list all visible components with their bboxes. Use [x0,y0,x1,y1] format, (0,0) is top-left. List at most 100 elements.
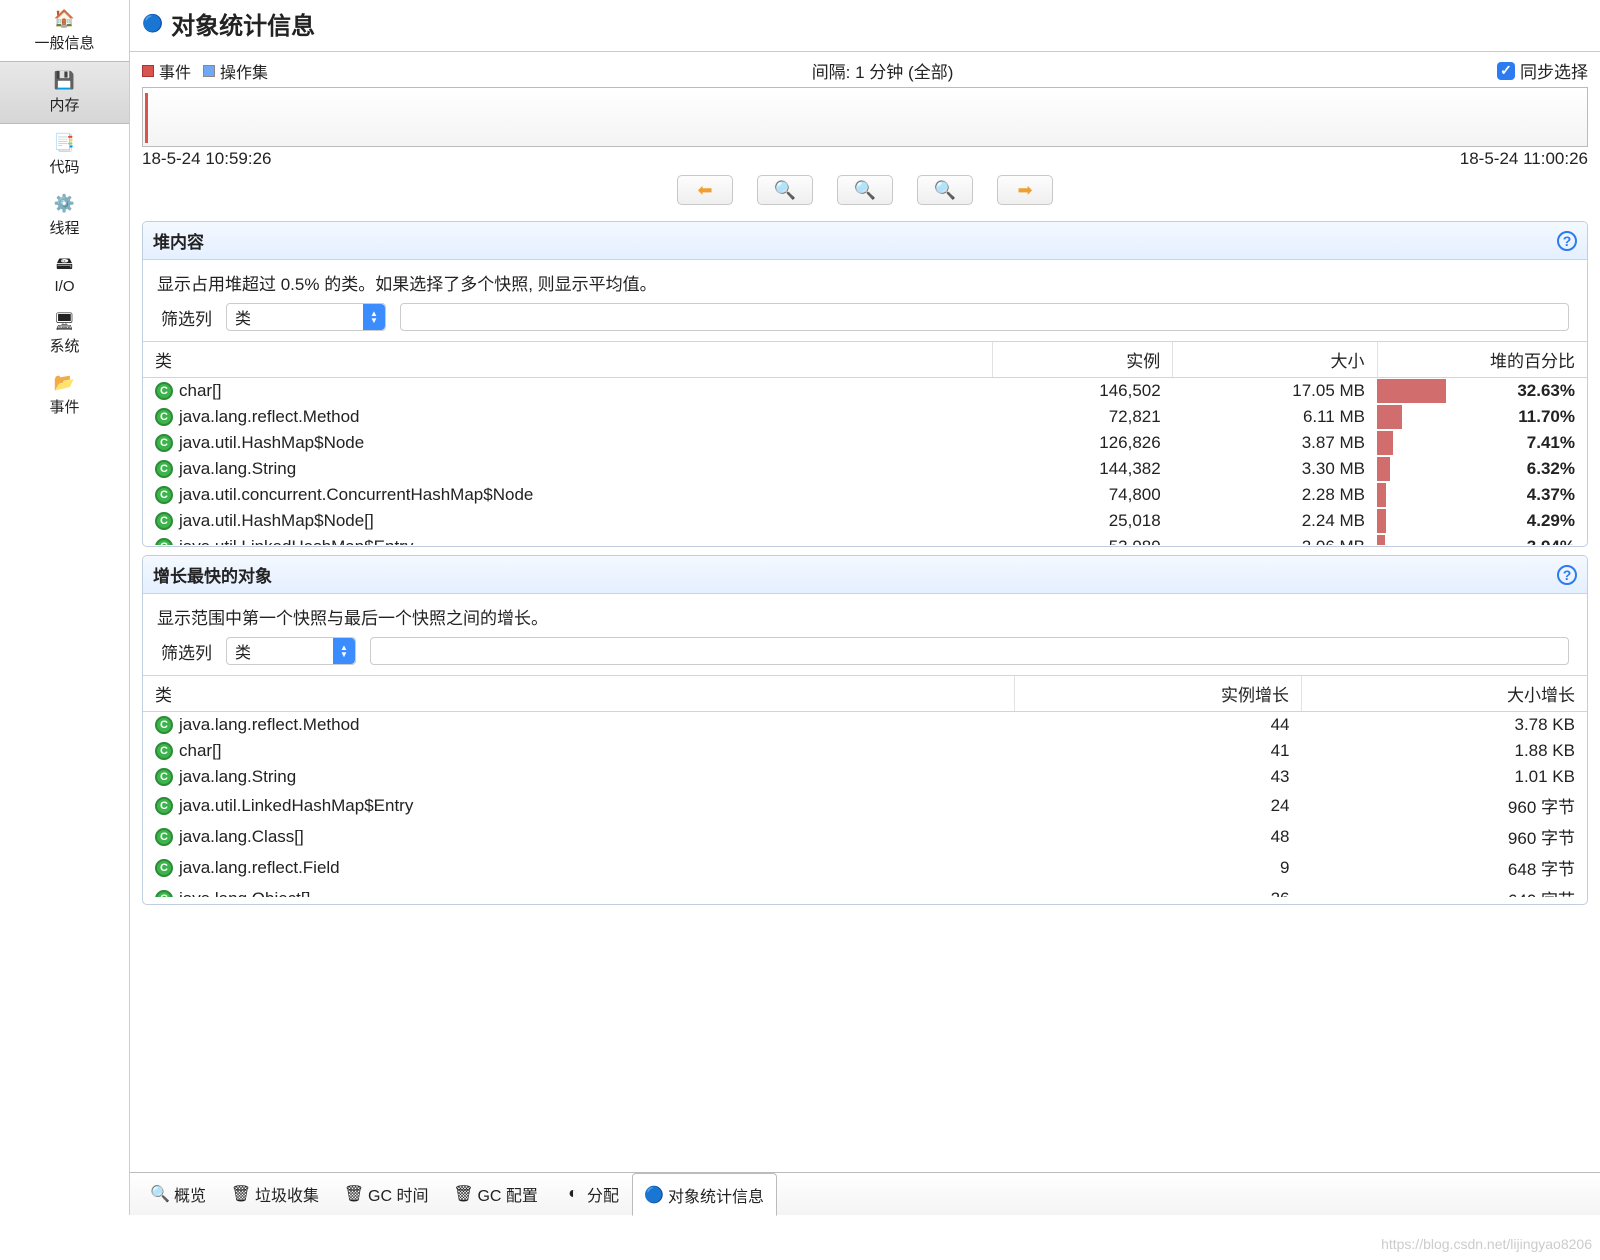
heap-table: 类 实例 大小 堆的百分比 Cchar[] 146,502 17.05 MB 3… [143,342,1587,545]
growth-panel-title: 增长最快的对象 [153,562,272,587]
col-class[interactable]: 类 [143,342,992,378]
tab-gc-time[interactable]: 🗑GC 时间 [332,1173,441,1215]
filter-text-input[interactable] [400,303,1569,331]
instance-growth: 48 [1014,821,1301,852]
tab-overview[interactable]: 🔍概览 [138,1173,219,1215]
sidebar-item-code[interactable]: 📑 代码 [0,124,129,185]
percent-value: 32.63% [1517,381,1575,400]
size-growth: 648 字节 [1302,852,1588,883]
class-icon: C [155,890,173,898]
io-icon: 🖴 [51,254,79,276]
percent-value: 6.32% [1527,459,1575,478]
table-row[interactable]: Cjava.util.LinkedHashMap$Entry 24 960 字节 [143,790,1587,821]
class-name: java.lang.Class[] [179,827,304,847]
tab-object-stats[interactable]: 🔵对象统计信息 [632,1173,777,1216]
table-row[interactable]: Cjava.lang.Class[] 48 960 字节 [143,821,1587,852]
table-row[interactable]: Cjava.util.LinkedHashMap$Entry 53,989 2.… [143,534,1587,545]
class-icon: C [155,512,173,530]
table-row[interactable]: Cjava.lang.String 144,382 3.30 MB 6.32% [143,456,1587,482]
class-name: java.lang.reflect.Method [179,407,360,427]
table-row[interactable]: Cchar[] 41 1.88 KB [143,738,1587,764]
instance-count: 72,821 [992,404,1172,430]
col-instance-growth[interactable]: 实例增长 [1014,676,1301,712]
col-percent[interactable]: 堆的百分比 [1377,342,1587,378]
col-class[interactable]: 类 [143,676,1014,712]
code-icon: 📑 [51,132,79,154]
trash-icon: 🗑 [345,1185,363,1203]
class-name: java.lang.reflect.Field [179,858,340,878]
tab-allocation[interactable]: ◐分配 [551,1173,632,1215]
arrow-left-icon: ⬅ [697,180,712,201]
sidebar-item-io[interactable]: 🖴 I/O [0,246,129,303]
col-size[interactable]: 大小 [1173,342,1377,378]
zoom-reset-button[interactable]: 🔍 [837,175,893,205]
sidebar-item-system[interactable]: 🖥 系统 [0,303,129,364]
instance-growth: 9 [1014,852,1301,883]
sync-select-checkbox[interactable]: ✓ 同步选择 [1497,58,1588,83]
instance-count: 144,382 [992,456,1172,482]
sidebar-item-threads[interactable]: ⚙️ 线程 [0,185,129,246]
percent-bar [1377,405,1402,429]
help-icon[interactable]: ? [1557,231,1577,251]
sidebar-item-label: 线程 [49,217,79,238]
tab-gc[interactable]: 🗑垃圾收集 [219,1173,332,1215]
zoom-out-button[interactable]: 🔍 [757,175,813,205]
opset-marker-icon [203,65,215,77]
class-icon: C [155,460,173,478]
main-content: 🔵 对象统计信息 事件 操作集 间隔: 1 分钟 (全部) ✓ 同步选择 [130,0,1600,1215]
filter-text-input[interactable] [370,637,1569,665]
zoom-out-icon: 🔍 [774,180,796,201]
percent-bar [1377,509,1386,533]
table-row[interactable]: Cjava.lang.reflect.Field 9 648 字节 [143,852,1587,883]
table-row[interactable]: Cjava.util.concurrent.ConcurrentHashMap$… [143,482,1587,508]
interval-label: 间隔: 1 分钟 (全部) [812,58,954,83]
instance-growth: 44 [1014,712,1301,739]
sidebar-item-label: I/O [54,278,74,295]
size-growth: 1.01 KB [1302,764,1588,790]
nav-next-button[interactable]: ➡ [997,175,1053,205]
table-row[interactable]: Cjava.util.HashMap$Node 126,826 3.87 MB … [143,430,1587,456]
table-row[interactable]: Cjava.lang.reflect.Method 44 3.78 KB [143,712,1587,739]
help-icon[interactable]: ? [1557,565,1577,585]
table-row[interactable]: Cjava.lang.reflect.Method 72,821 6.11 MB… [143,404,1587,430]
sidebar-item-events[interactable]: 📂 事件 [0,364,129,425]
col-size-growth[interactable]: 大小增长 [1302,676,1588,712]
nav-prev-button[interactable]: ⬅ [677,175,733,205]
table-row[interactable]: Cjava.util.HashMap$Node[] 25,018 2.24 MB… [143,508,1587,534]
size-value: 17.05 MB [1173,378,1377,405]
table-row[interactable]: Cchar[] 146,502 17.05 MB 32.63% [143,378,1587,405]
size-value: 3.30 MB [1173,456,1377,482]
size-growth: 960 字节 [1302,821,1588,852]
col-instances[interactable]: 实例 [992,342,1172,378]
timeline-chart[interactable] [142,87,1588,147]
threads-icon: ⚙️ [51,193,79,215]
heap-panel-title: 堆内容 [153,228,204,253]
class-icon: C [155,538,173,545]
table-row[interactable]: Cjava.lang.Object[] 26 640 字节 [143,883,1587,897]
instance-count: 74,800 [992,482,1172,508]
sidebar-item-general[interactable]: 🏠 一般信息 [0,0,129,61]
class-icon: C [155,716,173,734]
zoom-in-icon: 🔍 [934,180,956,201]
zoom-in-button[interactable]: 🔍 [917,175,973,205]
filter-column-select[interactable]: 类 ▲▼ [226,637,356,665]
tab-gc-config[interactable]: 🗑GC 配置 [441,1173,550,1215]
sidebar-item-label: 代码 [49,156,79,177]
class-name: java.util.concurrent.ConcurrentHashMap$N… [179,485,533,505]
pie-icon: ◐ [564,1185,582,1203]
class-name: char[] [179,381,222,401]
table-row[interactable]: Cjava.lang.String 43 1.01 KB [143,764,1587,790]
size-value: 2.24 MB [1173,508,1377,534]
percent-value: 11.70% [1518,407,1575,426]
percent-bar [1377,431,1393,455]
sidebar-item-label: 事件 [49,396,79,417]
trash-icon: 🗑 [232,1185,250,1203]
class-icon: C [155,797,173,815]
stats-icon: 🔵 [645,1186,663,1204]
class-name: java.lang.Object[] [179,889,310,898]
size-growth: 3.78 KB [1302,712,1588,739]
nav-toolbar: ⬅ 🔍 🔍 🔍 ➡ [130,173,1600,213]
system-icon: 🖥 [51,311,79,333]
filter-column-select[interactable]: 类 ▲▼ [226,303,386,331]
sidebar-item-memory[interactable]: 💾 内存 [0,61,129,124]
